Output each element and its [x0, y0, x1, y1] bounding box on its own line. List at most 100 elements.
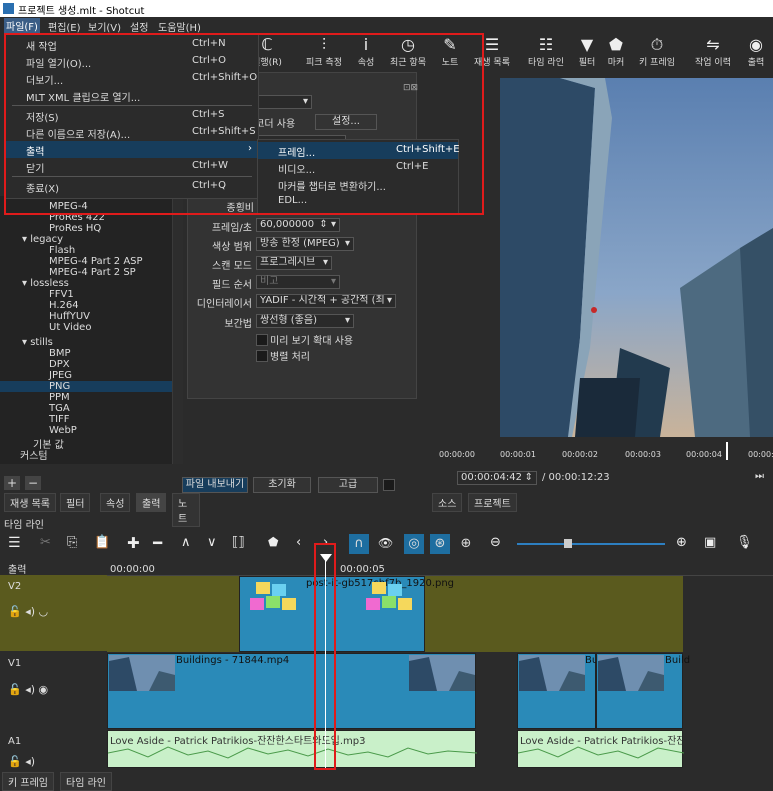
preset-group-legacy[interactable]: ▾ legacy [22, 234, 63, 245]
prev-marker-icon[interactable]: ‹ [296, 535, 301, 550]
record-audio-icon[interactable]: 🎙 [736, 535, 753, 550]
preset-item[interactable]: MPEG-4 [49, 201, 88, 212]
scrub-icon[interactable]: 👁 [378, 536, 393, 550]
preset-item[interactable]: BMP [49, 348, 71, 359]
zoom-slider[interactable] [517, 543, 665, 545]
track-a1[interactable]: Love Aside - Patrick Patrikios-잔잔한스타트와도입… [107, 730, 684, 768]
cut-icon[interactable]: ✂ [40, 535, 51, 550]
tab-source[interactable]: 소스 [432, 493, 463, 512]
preset-item[interactable]: MPEG-4 Part 2 SP [49, 267, 136, 278]
append-icon[interactable]: ✚ [127, 534, 140, 552]
panel-float-close-icon[interactable]: ⊡⊠ [403, 83, 418, 93]
menu-item-open[interactable]: 파일 열기(O)... Ctrl+O [6, 53, 258, 70]
submenu-item-frame[interactable]: 프레임... Ctrl+Shift+E [258, 142, 460, 159]
menu-item-open-other[interactable]: 더보기... Ctrl+Shift+O [6, 70, 258, 87]
tab-project[interactable]: 프로젝트 [468, 493, 517, 512]
tab-timeline[interactable]: 타임 라인 [60, 772, 112, 791]
copy-icon[interactable]: ⎘ [67, 535, 77, 550]
preset-item[interactable]: PPM [49, 392, 70, 403]
video-clip[interactable]: Buildings - 71844.mp4 [107, 653, 476, 729]
preset-item[interactable]: MPEG-4 Part 2 ASP [49, 256, 143, 267]
audio-clip[interactable]: Love Aside - Patrick Patrikios-잔잔한스타 [517, 730, 684, 768]
video-viewer[interactable] [500, 78, 773, 437]
menu-item-new[interactable]: 새 작업 Ctrl+N [6, 36, 258, 53]
field-order-select[interactable]: 비고 ▾ [256, 275, 340, 289]
preset-item[interactable]: ProRes HQ [49, 223, 101, 234]
interpolation-select[interactable]: 쌍선형 (좋음) ▾ [256, 314, 354, 328]
preset-item[interactable]: Flash [49, 245, 75, 256]
video-clip[interactable]: Bu [517, 653, 598, 729]
recent-button[interactable]: ◷ 최근 항목 [384, 35, 432, 68]
paste-icon[interactable]: 📋 [94, 535, 110, 550]
menu-edit[interactable]: 편집(E) [48, 19, 81, 34]
lock-icon[interactable]: 🔓 [8, 605, 22, 618]
submenu-item-markers-chapters[interactable]: 마커를 챕터로 변환하기... [258, 176, 458, 193]
track-header-a1[interactable]: A1 🔓 ◂) [0, 731, 107, 769]
preset-item[interactable]: TGA [49, 403, 70, 414]
menu-file[interactable]: 파일(F) [4, 18, 40, 33]
remove-preset-button[interactable]: − [25, 476, 41, 490]
snap-icon[interactable]: ∩ [349, 534, 369, 554]
hide-icon[interactable]: ◡ [39, 605, 49, 618]
tab-keyframes[interactable]: 키 프레임 [2, 772, 54, 791]
preset-item[interactable]: DPX [49, 359, 70, 370]
timeline-button[interactable]: ☷ 타임 라인 [521, 35, 571, 68]
preset-item-selected[interactable]: PNG [0, 381, 172, 392]
mute-icon[interactable]: ◂) [25, 683, 35, 696]
color-range-select[interactable]: 방송 한정 (MPEG) ▾ [256, 237, 354, 251]
preset-scrollbar[interactable] [172, 196, 183, 464]
preset-group-stills[interactable]: ▾ stills [22, 337, 53, 348]
tab-playlist[interactable]: 재생 목록 [4, 493, 56, 512]
encoder-settings-button[interactable]: 설정... [315, 114, 377, 130]
timeline-menu-icon[interactable]: ☰ [8, 535, 21, 551]
lock-icon[interactable]: 🔓 [8, 683, 22, 696]
fps-input[interactable]: 60,000000 ⇕ ▾ [256, 218, 340, 232]
advanced-checkbox[interactable] [383, 479, 395, 491]
ripple-markers-icon[interactable]: ⊕ [456, 534, 476, 554]
mute-icon[interactable]: ◂) [25, 605, 35, 618]
export-file-button[interactable]: 파일 내보내기 [182, 477, 248, 493]
history-button[interactable]: ⇋ 작업 이력 [688, 35, 738, 68]
menu-settings[interactable]: 설정 [130, 19, 148, 34]
filter-button[interactable]: ▼ 필터 [575, 35, 599, 68]
tab-properties[interactable]: 속성 [100, 493, 131, 512]
menu-item-save-as[interactable]: 다른 이름으로 저장(A)... Ctrl+Shift+S [6, 124, 258, 141]
keyframe-button[interactable]: ⏱ 키 프레임 [632, 35, 682, 68]
tab-filters[interactable]: 필터 [60, 493, 91, 512]
split-icon[interactable]: ⟦⟧ [232, 535, 245, 550]
viewer-ruler[interactable]: 00:00:00 00:00:01 00:00:02 00:00:03 00:0… [437, 442, 773, 462]
submenu-item-edl[interactable]: EDL... [258, 193, 458, 210]
parallel-checkbox[interactable] [256, 350, 268, 362]
deinterlacer-select[interactable]: YADIF - 시간적 + 공간적 (최 ▾ [256, 294, 396, 308]
zoom-out-icon[interactable]: ⊖ [490, 535, 501, 550]
timecode-input[interactable]: 00:00:04:42 ⇕ [457, 471, 537, 485]
menu-item-close[interactable]: 닫기 Ctrl+W [6, 158, 258, 175]
skip-next-icon[interactable]: ⏭ [755, 471, 764, 482]
preset-item[interactable]: Ut Video [49, 322, 91, 333]
properties-button[interactable]: i 속성 [352, 35, 380, 68]
track-v1[interactable]: Buildings - 71844.mp4 Bu Build [107, 653, 690, 729]
peak-meter-button[interactable]: ⫶ 피크 측정 [300, 35, 348, 68]
preset-group-lossless[interactable]: ▾ lossless [22, 278, 69, 289]
preset-item[interactable]: H.264 [49, 300, 79, 311]
viewer-playhead[interactable] [726, 442, 728, 460]
lift-icon[interactable]: ∧ [181, 535, 191, 550]
timeline-ruler[interactable]: 00:00:00 00:00:05 [107, 558, 773, 576]
zoom-in-icon[interactable]: ⊕ [676, 535, 687, 550]
menu-item-save[interactable]: 저장(S) Ctrl+S [6, 107, 258, 124]
scan-mode-select[interactable]: 프로그레시브 ▾ [256, 256, 332, 270]
zoom-fit-icon[interactable]: ▣ [704, 535, 716, 550]
preview-scale-checkbox[interactable] [256, 334, 268, 346]
preset-item[interactable]: FFV1 [49, 289, 74, 300]
preset-item[interactable]: ProRes 422 [49, 212, 105, 223]
ripple-icon[interactable]: ◎ [404, 534, 424, 554]
lock-icon[interactable]: 🔓 [8, 755, 22, 768]
preset-item[interactable]: WebP [49, 425, 77, 436]
add-preset-button[interactable]: + [4, 476, 20, 490]
menu-view[interactable]: 보기(V) [88, 19, 121, 34]
marker-add-icon[interactable]: ⬟ [268, 535, 278, 549]
reset-button[interactable]: 초기화 [253, 477, 311, 493]
preset-item[interactable]: 커스텀 [20, 447, 48, 462]
export-button[interactable]: ◉ 출력 [742, 35, 770, 68]
menu-help[interactable]: 도움말(H) [158, 19, 201, 34]
